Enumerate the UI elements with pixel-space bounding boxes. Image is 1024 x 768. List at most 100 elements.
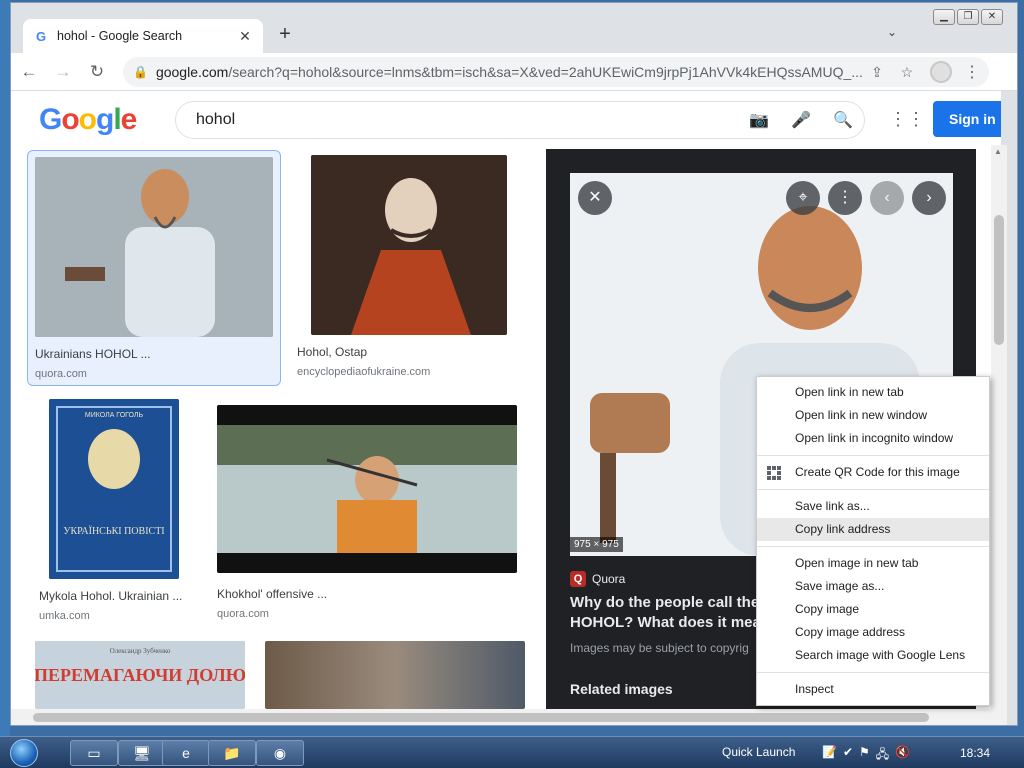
sign-in-button[interactable]: Sign in (933, 101, 1001, 137)
menu-search-google-lens[interactable]: Search image with Google Lens (757, 644, 989, 667)
browser-toolbar: ← → ↻ 🔒 google.com/search?q=hohol&source… (11, 53, 1017, 91)
quick-launch-label[interactable]: Quick Launch (722, 745, 795, 759)
close-preview-icon[interactable]: ✕ (578, 181, 612, 215)
menu-open-image-new-tab[interactable]: Open image in new tab (757, 552, 989, 575)
search-box[interactable]: hohol 📷 🎤 🔍 (175, 101, 865, 139)
result-thumbnail[interactable] (265, 641, 525, 709)
menu-copy-link-address[interactable]: Copy link address (757, 518, 989, 541)
network-icon[interactable]: 🖧 (876, 745, 889, 766)
maximize-button[interactable]: ❐ (957, 9, 979, 25)
result-thumbnail[interactable] (311, 155, 507, 335)
google-header: Google hohol 📷 🎤 🔍 ⋮⋮⋮ Sign in (11, 91, 1001, 149)
result-thumbnail[interactable]: УКРАЇНСЬКІ ПОВІСТІ МИКОЛА ГОГОЛЬ (49, 399, 179, 579)
result-thumbnail[interactable]: Олександр Зубченко ПЕРЕМАГАЮЧИ ДОЛЮ (35, 641, 245, 709)
bookmark-star-icon[interactable]: ☆ (892, 64, 922, 81)
image-result-2[interactable]: Hohol, Ostap encyclopediaofukraine.com (291, 155, 531, 385)
logo-letter: o (61, 103, 79, 136)
result-caption[interactable]: Hohol, Ostap (291, 345, 531, 359)
menu-copy-image[interactable]: Copy image (757, 598, 989, 621)
search-input[interactable]: hohol (196, 111, 738, 129)
tab-google-search[interactable]: G hohol - Google Search ✕ (23, 19, 263, 53)
tab-strip: G hohol - Google Search ✕ + ⌄ ▁ ❐ ✕ (11, 3, 1017, 53)
tab-title: hohol - Google Search (57, 29, 183, 43)
horizontal-scroll-thumb[interactable] (33, 713, 929, 722)
back-arrow-icon[interactable]: ← (13, 56, 45, 88)
menu-open-link-new-tab[interactable]: Open link in new tab (757, 381, 989, 404)
image-result-1[interactable]: Ukrainians HOHOL ... quora.com (27, 150, 281, 386)
taskbar-explorer-button[interactable]: ▭ (70, 740, 118, 766)
menu-create-qr-code[interactable]: Create QR Code for this image (757, 461, 989, 484)
copyright-note: Images may be subject to copyrig (570, 641, 749, 655)
menu-save-link-as[interactable]: Save link as... (757, 495, 989, 518)
image-result-6[interactable] (265, 641, 525, 709)
flag-icon[interactable]: ⚑ (859, 745, 870, 766)
reload-icon[interactable]: ↻ (81, 56, 113, 88)
volume-muted-icon[interactable]: 🔇 (895, 745, 910, 766)
logo-letter: o (78, 103, 97, 136)
menu-save-image-as[interactable]: Save image as... (757, 575, 989, 598)
result-source[interactable]: quora.com (217, 608, 527, 620)
address-bar[interactable]: 🔒 google.com/search?q=hohol&source=lnms&… (123, 57, 989, 87)
result-source[interactable]: umka.com (39, 610, 209, 622)
horizontal-scrollbar[interactable] (11, 709, 1001, 725)
result-thumbnail[interactable] (35, 157, 273, 337)
logo-letter: l (113, 103, 121, 136)
lens-search-icon[interactable]: ⌖ (786, 181, 820, 215)
window-controls: ▁ ❐ ✕ (933, 9, 1003, 25)
logo-letter: G (39, 103, 62, 136)
browser-menu-icon[interactable]: ⋮ (964, 62, 980, 82)
menu-copy-image-address[interactable]: Copy image address (757, 621, 989, 644)
context-menu: Open link in new tab Open link in new wi… (756, 376, 990, 706)
result-thumbnail[interactable] (217, 405, 517, 573)
book2-title-text: ПЕРЕМАГАЮЧИ ДОЛЮ (35, 665, 245, 685)
google-favicon-icon: G (35, 28, 47, 44)
new-tab-button[interactable]: + (273, 23, 297, 47)
microphone-icon[interactable]: 🎤 (780, 110, 822, 130)
image-result-3[interactable]: УКРАЇНСЬКІ ПОВІСТІ МИКОЛА ГОГОЛЬ Mykola H… (39, 399, 209, 629)
image-result-4[interactable]: Khokhol' offensive ... quora.com (217, 405, 527, 629)
menu-open-link-new-window[interactable]: Open link in new window (757, 404, 989, 427)
start-button[interactable] (4, 737, 44, 768)
clock[interactable]: 18:34 (960, 746, 990, 760)
menu-separator (757, 546, 989, 547)
search-icon[interactable]: 🔍 (822, 110, 864, 130)
taskbar-computer-button[interactable]: 🖥 (118, 740, 166, 766)
more-options-icon[interactable]: ⋮ (828, 181, 862, 215)
close-window-button[interactable]: ✕ (981, 9, 1003, 25)
previous-image-icon[interactable]: ‹ (870, 181, 904, 215)
menu-open-link-incognito[interactable]: Open link in incognito window (757, 427, 989, 450)
menu-qr-label: Create QR Code for this image (795, 465, 960, 479)
taskbar-chrome-button[interactable]: ◉ (256, 740, 304, 766)
minimize-button[interactable]: ▁ (933, 9, 955, 25)
scroll-up-icon[interactable]: ▲ (994, 147, 1002, 156)
result-caption[interactable]: Khokhol' offensive ... (217, 587, 527, 601)
next-image-icon[interactable]: › (912, 181, 946, 215)
forward-arrow-icon[interactable]: → (47, 56, 79, 88)
result-caption[interactable]: Ukrainians HOHOL ... (35, 347, 273, 361)
result-caption[interactable]: Mykola Hohol. Ukrainian ... (39, 589, 209, 603)
result-source[interactable]: quora.com (35, 368, 273, 380)
image-result-5[interactable]: Олександр Зубченко ПЕРЕМАГАЮЧИ ДОЛЮ (35, 641, 245, 709)
taskbar-folder-button[interactable]: 📁 (208, 740, 256, 766)
ostap-portrait (311, 155, 507, 335)
tab-close-icon[interactable]: ✕ (237, 28, 253, 45)
lock-icon: 🔒 (133, 65, 148, 79)
google-logo[interactable]: Google (39, 103, 137, 137)
camera-icon[interactable]: 📷 (738, 110, 780, 130)
result-source[interactable]: encyclopediaofukraine.com (291, 366, 531, 378)
menu-separator (757, 455, 989, 456)
menu-inspect[interactable]: Inspect (757, 678, 989, 701)
tab-search-chevron-icon[interactable]: ⌄ (887, 25, 897, 39)
security-icon[interactable]: ✔ (843, 745, 853, 766)
share-icon[interactable]: ⇪ (862, 64, 892, 81)
taskbar-ie-button[interactable]: e (162, 740, 210, 766)
book2-author-text: Олександр Зубченко (110, 647, 171, 655)
windows-orb-icon (10, 739, 38, 767)
profile-avatar[interactable] (929, 61, 952, 83)
vertical-scroll-thumb[interactable] (994, 215, 1004, 345)
vertical-scrollbar[interactable]: ▲ ▼ (991, 145, 1007, 725)
film-still (217, 405, 517, 573)
notes-icon[interactable]: 📝 (822, 745, 837, 766)
preview-source[interactable]: Q Quora (570, 571, 625, 587)
url-text[interactable]: google.com/search?q=hohol&source=lnms&tb… (156, 64, 862, 80)
